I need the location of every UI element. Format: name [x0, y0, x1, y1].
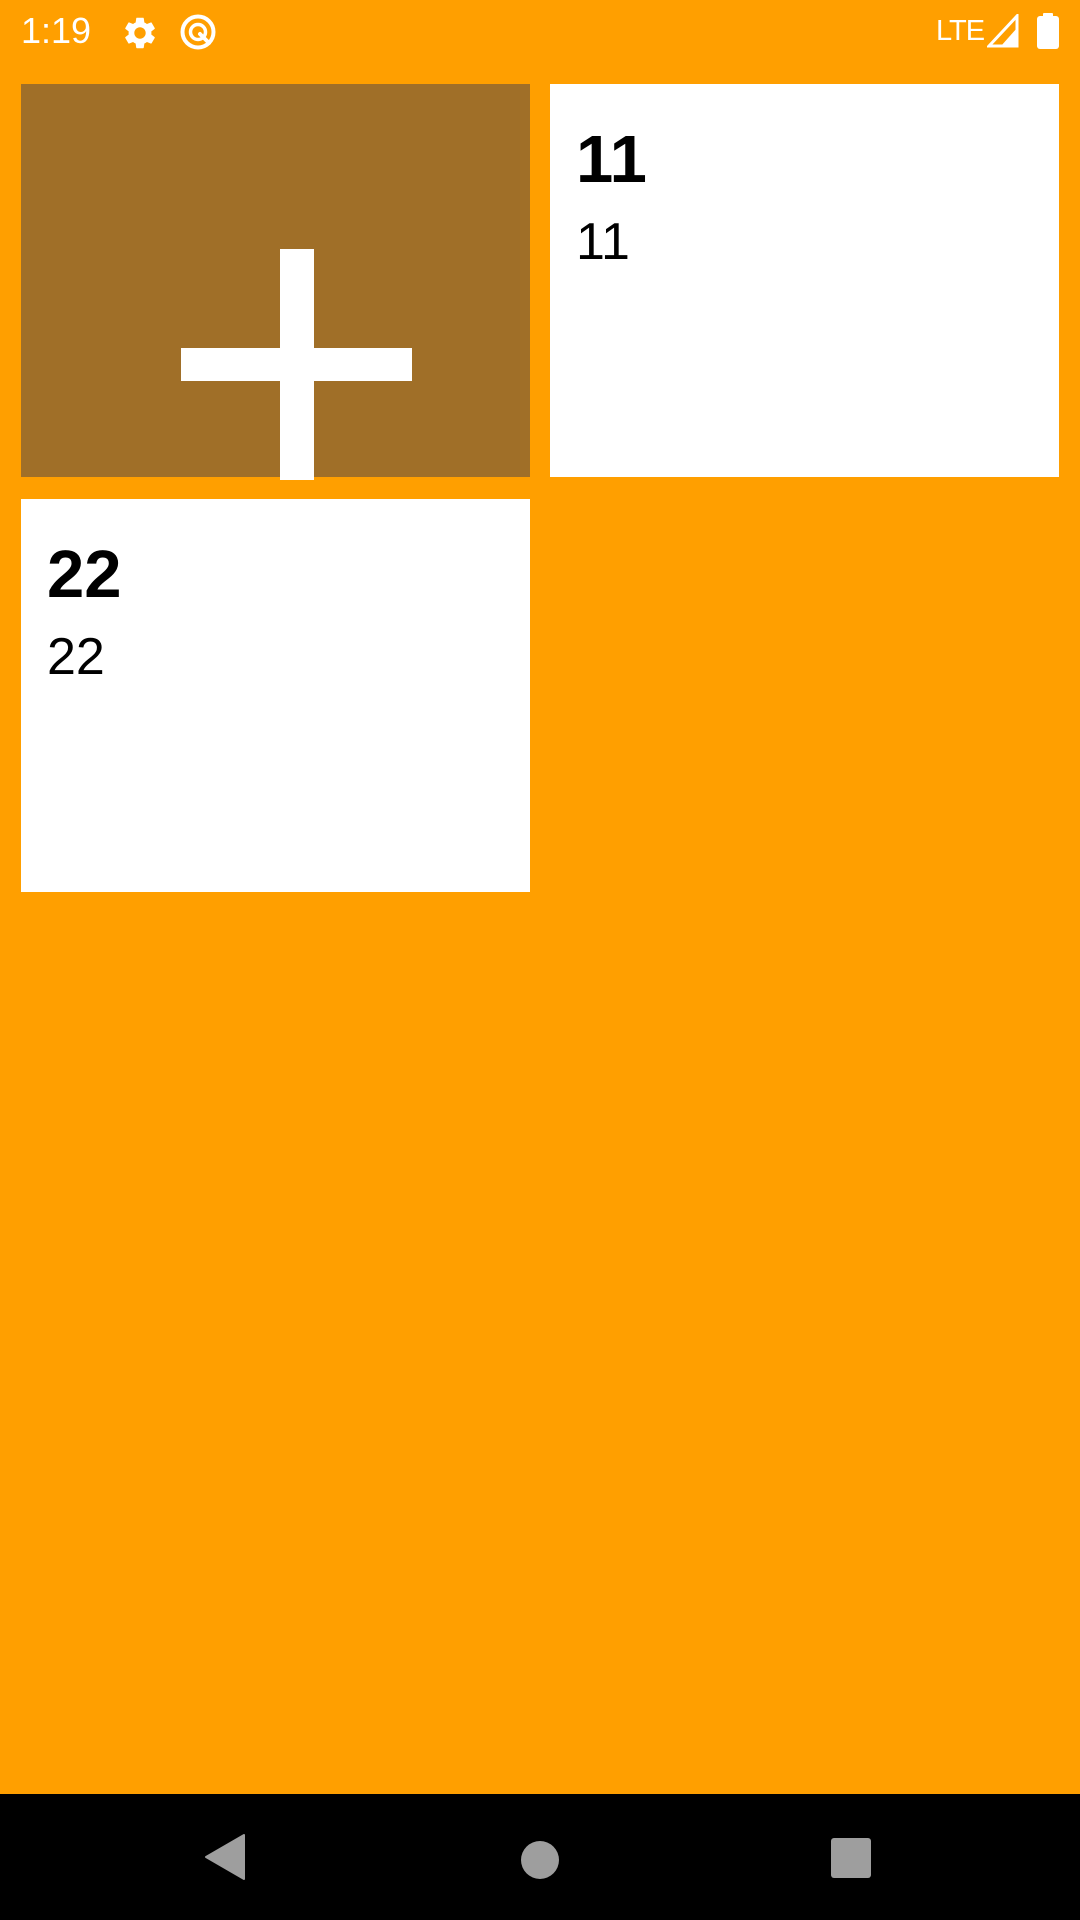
- home-icon[interactable]: [517, 1837, 563, 1883]
- status-bar: 1:19 LTE: [0, 0, 1080, 63]
- status-time: 1:19: [21, 10, 92, 51]
- sync-icon: [180, 14, 216, 50]
- recents-icon[interactable]: [828, 1835, 874, 1881]
- note-body: 11: [576, 213, 630, 271]
- network-type-label: LTE: [936, 15, 985, 47]
- settings-gear-icon: [125, 17, 155, 49]
- navigation-bar: [0, 1794, 1080, 1920]
- signal-icon: [987, 14, 1019, 48]
- note-title: 22: [47, 537, 122, 612]
- battery-icon: [1037, 13, 1059, 49]
- add-note-button[interactable]: [21, 84, 530, 480]
- note-card[interactable]: 11 11: [550, 84, 1059, 477]
- note-title: 11: [576, 122, 647, 197]
- note-body: 22: [47, 628, 105, 686]
- note-card[interactable]: 22 22: [21, 499, 530, 892]
- back-icon[interactable]: [200, 1832, 250, 1882]
